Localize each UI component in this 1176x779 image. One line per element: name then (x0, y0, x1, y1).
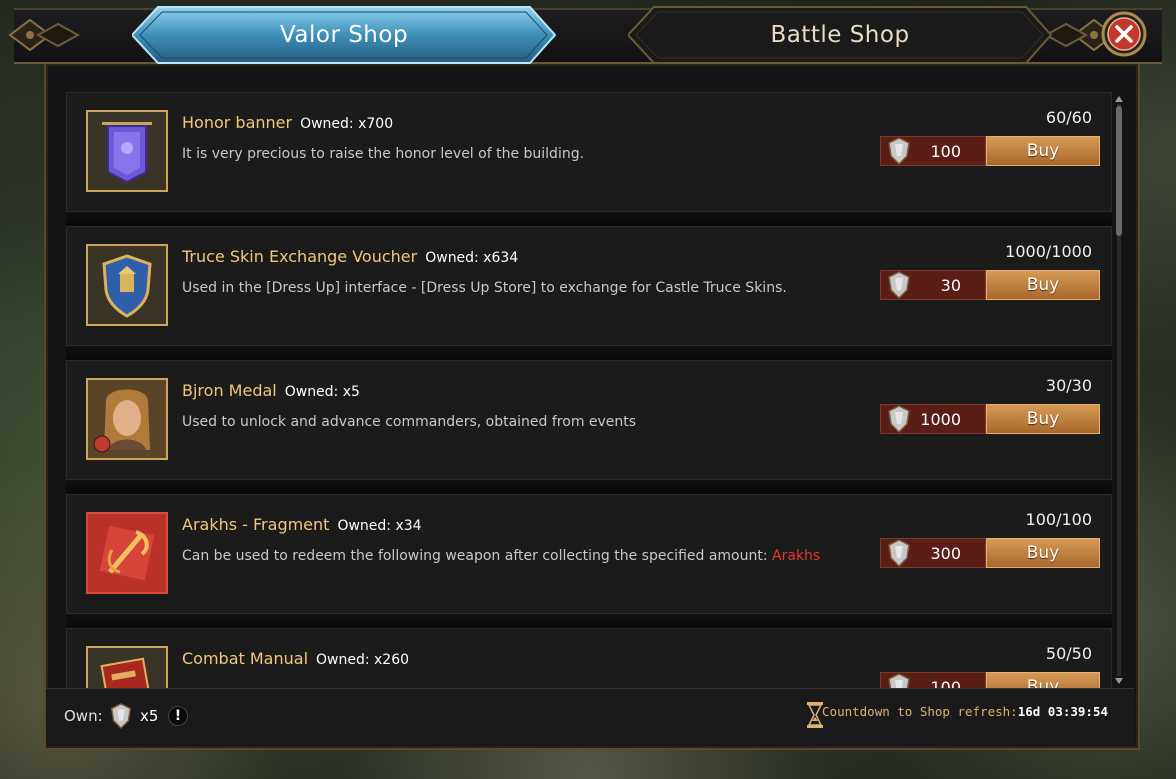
item-title: Arakhs - Fragment Owned: x34 (182, 515, 422, 534)
item-description: Used in the [Dress Up] interface - [Dres… (182, 280, 787, 296)
refresh-countdown: Countdown to Shop refresh:16d 03:39:54 (822, 704, 1108, 719)
price-box: 100 (880, 136, 986, 166)
price-value: 100 (930, 678, 961, 688)
item-title: Truce Skin Exchange Voucher Owned: x634 (182, 247, 518, 266)
item-description: Can be used to redeem the following weap… (182, 548, 820, 564)
item-icon-frame (86, 512, 168, 594)
countdown-value: 16d 03:39:54 (1017, 704, 1108, 719)
buy-button[interactable]: Buy (986, 404, 1100, 434)
shop-item-list[interactable]: Honor banner Owned: x700 It is very preci… (66, 92, 1112, 688)
item-icon-frame (86, 378, 168, 460)
commander-portrait-icon (88, 380, 166, 458)
shop-item: Truce Skin Exchange Voucher Owned: x634 U… (66, 226, 1112, 360)
shop-item: Honor banner Owned: x700 It is very preci… (66, 92, 1112, 226)
scroll-down-arrow-icon[interactable] (1114, 676, 1124, 686)
item-icon-frame (86, 110, 168, 192)
item-title: Combat Manual Owned: x260 (182, 649, 409, 668)
item-title-text: Combat Manual (182, 649, 309, 668)
item-owned: Owned: x34 (337, 518, 422, 534)
list-scrollbar[interactable] (1114, 94, 1124, 686)
shield-voucher-icon (88, 246, 166, 324)
valor-medal-icon (888, 271, 910, 300)
countdown-label: Countdown to Shop refresh: (822, 704, 1018, 719)
item-description: It is very precious to raise the honor l… (182, 146, 585, 162)
price-box: 1000 (880, 404, 986, 434)
banner-icon (88, 112, 166, 190)
item-description-text: Can be used to redeem the following weap… (182, 548, 773, 564)
tab-valor-label: Valor Shop (279, 22, 409, 48)
item-title-text: Truce Skin Exchange Voucher (182, 247, 418, 266)
item-title-text: Honor banner (182, 113, 293, 132)
scroll-up-arrow-icon[interactable] (1114, 94, 1124, 104)
item-title-text: Bjron Medal (182, 381, 277, 400)
valor-medal-icon (888, 539, 910, 568)
own-count: x5 (140, 707, 159, 725)
item-title-text: Arakhs - Fragment (182, 515, 330, 534)
tab-battle-shop[interactable]: Battle Shop (628, 6, 1052, 64)
item-owned: Owned: x634 (425, 250, 519, 266)
ornament-left-icon (8, 18, 81, 52)
own-label: Own: (64, 707, 103, 725)
info-icon[interactable]: ! (168, 706, 188, 726)
item-owned: Owned: x260 (316, 652, 410, 668)
valor-medal-icon (888, 137, 910, 166)
valor-medal-icon (888, 405, 910, 434)
price-value: 30 (940, 276, 961, 295)
price-value: 1000 (920, 410, 961, 429)
shop-header: Valor Shop Battle Shop (0, 0, 1176, 72)
price-box: 300 (880, 538, 986, 568)
book-icon (88, 648, 166, 688)
item-title: Honor banner Owned: x700 (182, 113, 393, 132)
purchase-limit: 1000/1000 (1005, 242, 1092, 261)
item-icon-frame (86, 244, 168, 326)
shop-footer: Own: x5 ! Countdown to Shop refresh:16d … (46, 688, 1134, 745)
buy-button[interactable]: Buy (986, 672, 1100, 688)
weapon-fragment-icon (88, 514, 166, 592)
close-button[interactable] (1100, 10, 1148, 58)
item-owned: Owned: x5 (284, 384, 360, 400)
shop-item: Arakhs - Fragment Owned: x34 Can be used … (66, 494, 1112, 628)
valor-medal-icon (888, 673, 910, 688)
price-box: 30 (880, 270, 986, 300)
shop-item: Bjron Medal Owned: x5 Used to unlock and … (66, 360, 1112, 494)
item-icon-frame (86, 646, 168, 688)
item-description: Used to unlock and advance commanders, o… (182, 414, 637, 430)
weapon-link[interactable]: Arakhs (772, 548, 820, 564)
price-box: 100 (880, 672, 986, 688)
item-owned: Owned: x700 (300, 116, 394, 132)
tab-battle-label: Battle Shop (770, 22, 910, 48)
buy-button[interactable]: Buy (986, 136, 1100, 166)
purchase-limit: 50/50 (1045, 644, 1092, 663)
price-value: 300 (930, 544, 961, 563)
price-value: 100 (930, 142, 961, 161)
item-title: Bjron Medal Owned: x5 (182, 381, 360, 400)
purchase-limit: 30/30 (1045, 376, 1092, 395)
purchase-limit: 60/60 (1045, 108, 1092, 127)
tab-valor-shop[interactable]: Valor Shop (132, 6, 556, 64)
shop-item: Combat Manual Owned: x260 50/50 100 Buy (66, 628, 1112, 688)
buy-button[interactable]: Buy (986, 270, 1100, 300)
purchase-limit: 100/100 (1025, 510, 1092, 529)
scroll-thumb[interactable] (1116, 106, 1122, 236)
buy-button[interactable]: Buy (986, 538, 1100, 568)
valor-medal-icon (110, 703, 132, 730)
